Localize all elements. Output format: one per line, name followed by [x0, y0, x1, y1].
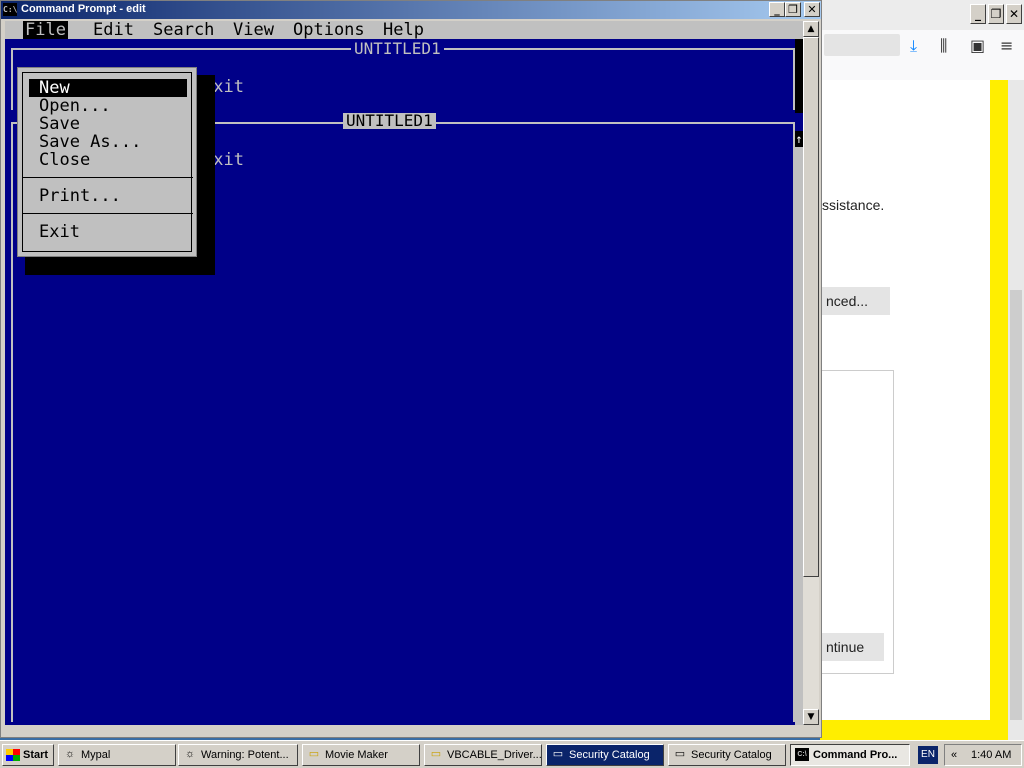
browser-icon: ☼	[184, 748, 196, 760]
system-tray: « 1:40 AM	[944, 744, 1022, 766]
maximize-button[interactable]: ❐	[785, 2, 801, 17]
browser-maximize-button[interactable]: ❐	[988, 4, 1004, 24]
menu-item-close[interactable]: Close	[29, 151, 187, 169]
downloads-icon[interactable]: ⤓	[910, 36, 917, 56]
mypal-icon: ☼	[64, 748, 76, 760]
task-warning[interactable]: ☼ Warning: Potent...	[178, 744, 298, 766]
task-mypal[interactable]: ☼ Mypal	[58, 744, 176, 766]
folder-icon: ▭	[430, 748, 442, 760]
task-label: Warning: Potent...	[201, 749, 289, 761]
menu-item-open[interactable]: Open...	[29, 97, 187, 115]
console-area[interactable]: File Edit Search View Options Help UNTIT…	[5, 21, 803, 725]
menu-divider	[23, 177, 193, 178]
browser-url-field[interactable]	[824, 34, 900, 56]
file-menu-border: New Open... Save Save As... Close Print.…	[22, 72, 193, 252]
pane-title-active: UNTITLED1	[343, 113, 436, 129]
menu-options[interactable]: Options	[291, 21, 367, 39]
close-button[interactable]: ✕	[804, 2, 820, 17]
menu-item-new[interactable]: New	[29, 79, 187, 97]
window-title: Command Prompt - edit	[21, 3, 146, 15]
highlight-border-bottom	[820, 720, 1008, 740]
menu-shadow	[25, 257, 215, 275]
menu-help[interactable]: Help	[381, 21, 426, 39]
browser-close-button[interactable]: ✕	[1006, 4, 1022, 24]
task-command-prompt[interactable]: C:\ Command Pro...	[790, 744, 910, 766]
cmd-titlebar[interactable]: C:\ Command Prompt - edit _ ❐ ✕	[1, 1, 821, 19]
menu-shadow	[197, 75, 215, 275]
task-label: Movie Maker	[325, 749, 388, 761]
task-label: VBCABLE_Driver...	[447, 749, 542, 761]
cmd-icon: C:\	[795, 748, 809, 761]
pane-edge	[795, 39, 803, 113]
menu-icon[interactable]: ≡	[1000, 36, 1013, 55]
library-icon[interactable]: ⫼	[940, 36, 947, 56]
cmd-scrollbar[interactable]: ▲ ▼	[803, 21, 819, 725]
menu-item-save[interactable]: Save	[29, 115, 187, 133]
command-prompt-window: C:\ Command Prompt - edit _ ❐ ✕ File Edi…	[0, 0, 822, 738]
edit-menubar: File Edit Search View Options Help	[5, 21, 803, 39]
task-security-catalog-2[interactable]: ▭ Security Catalog	[668, 744, 786, 766]
minimize-button[interactable]: _	[769, 2, 785, 17]
task-label: Security Catalog	[569, 749, 650, 761]
menu-item-save-as[interactable]: Save As...	[29, 133, 187, 151]
scroll-up-arrow-icon[interactable]: ↑	[795, 131, 803, 147]
start-label: Start	[23, 749, 49, 761]
menu-item-print[interactable]: Print...	[29, 187, 187, 205]
tray-expand-icon[interactable]: «	[951, 745, 957, 765]
window-icon: ▭	[552, 748, 564, 760]
menu-file[interactable]: File	[23, 21, 68, 39]
menu-edit[interactable]: Edit	[91, 21, 136, 39]
assistance-text: ssistance.	[822, 197, 885, 213]
browser-panel	[820, 370, 894, 674]
background-browser-window: _ ❐ ✕ ⤓ ⫼ ▣ ≡ ssistance. nced... ntinue	[820, 0, 1024, 740]
cmd-icon: C:\	[3, 3, 18, 16]
start-button[interactable]: Start	[2, 744, 54, 766]
cmd-scroll-thumb[interactable]	[803, 37, 819, 577]
menu-item-exit[interactable]: Exit	[29, 223, 187, 241]
task-label: Command Pro...	[813, 749, 898, 761]
menu-divider	[23, 213, 193, 214]
taskbar: Start ☼ Mypal ☼ Warning: Potent... ▭ Mov…	[0, 740, 1024, 768]
advanced-button[interactable]: nced...	[820, 287, 890, 315]
pane-title: UNTITLED1	[351, 41, 444, 57]
file-menu-dropdown: New Open... Save Save As... Close Print.…	[17, 67, 197, 257]
window-icon: ▭	[674, 748, 686, 760]
browser-minimize-button[interactable]: _	[970, 4, 986, 24]
task-vbcable[interactable]: ▭ VBCABLE_Driver...	[424, 744, 542, 766]
language-indicator[interactable]: EN	[918, 746, 938, 764]
menu-search[interactable]: Search	[151, 21, 216, 39]
editor-scrollbar[interactable]	[795, 131, 803, 725]
task-security-catalog-1[interactable]: ▭ Security Catalog	[546, 744, 664, 766]
scroll-down-icon[interactable]: ▼	[803, 709, 819, 725]
continue-button[interactable]: ntinue	[820, 633, 884, 661]
browser-scroll-thumb[interactable]	[1010, 290, 1022, 720]
task-label: Security Catalog	[691, 749, 772, 761]
menu-view[interactable]: View	[231, 21, 276, 39]
task-label: Mypal	[81, 749, 111, 761]
folder-icon: ▭	[308, 748, 320, 760]
task-movie-maker[interactable]: ▭ Movie Maker	[302, 744, 420, 766]
clock[interactable]: 1:40 AM	[971, 745, 1011, 765]
scroll-up-icon[interactable]: ▲	[803, 21, 819, 37]
sidebar-icon[interactable]: ▣	[970, 36, 985, 55]
highlight-border-right	[990, 80, 1008, 740]
windows-logo-icon	[6, 749, 20, 761]
